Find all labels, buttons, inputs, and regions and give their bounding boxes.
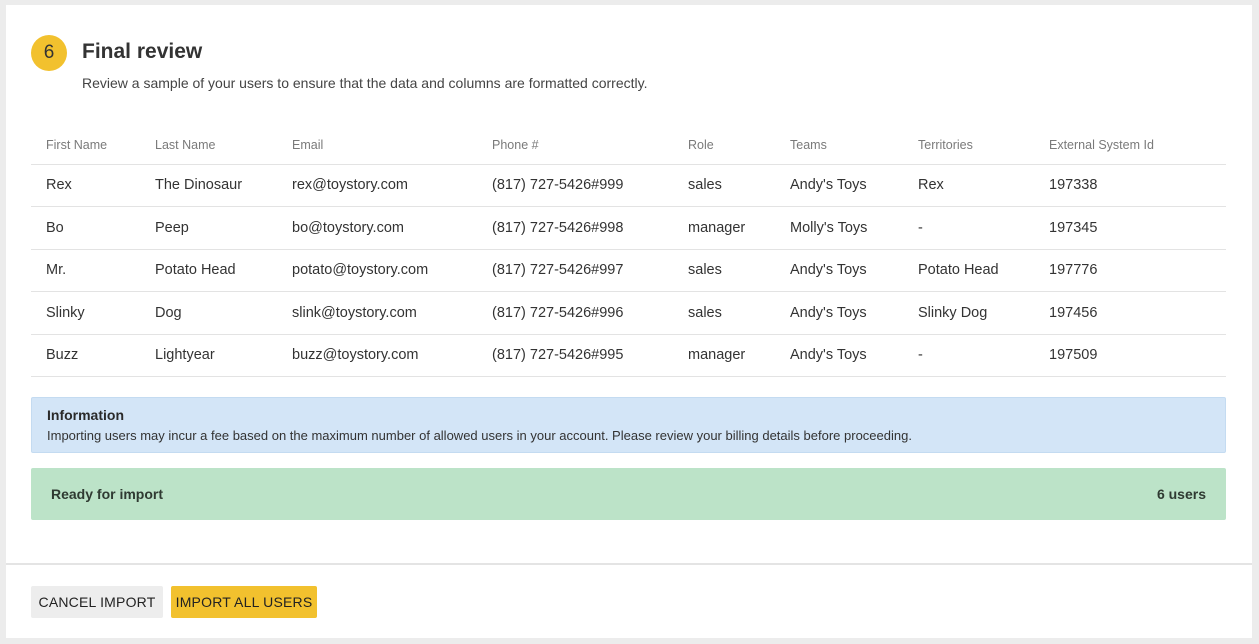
cell-territories: Slinky Dog: [903, 291, 1034, 335]
cell-role: manager: [673, 206, 775, 250]
cell-email: slink@toystory.com: [277, 291, 477, 335]
cell-external-id: 197509: [1034, 334, 1226, 377]
step-title: Final review: [82, 40, 203, 63]
cell-external-id: 197456: [1034, 291, 1226, 335]
info-alert-title: Information: [47, 407, 124, 423]
cell-teams: Andy's Toys: [775, 334, 903, 377]
cell-external-id: 197345: [1034, 206, 1226, 250]
cell-email: bo@toystory.com: [277, 206, 477, 250]
import-panel: 6 Final review Review a sample of your u…: [6, 5, 1252, 638]
cell-territories: -: [903, 334, 1034, 377]
column-header-territories: Territories: [903, 127, 1034, 165]
cell-first-name: Rex: [31, 164, 140, 207]
cell-role: manager: [673, 334, 775, 377]
cell-last-name: Dog: [140, 291, 277, 335]
column-header-first-name: First Name: [31, 127, 140, 165]
cell-first-name: Buzz: [31, 334, 140, 377]
step-header: 6 Final review Review a sample of your u…: [31, 35, 1221, 105]
cell-external-id: 197338: [1034, 164, 1226, 207]
cell-last-name: Potato Head: [140, 249, 277, 292]
table-row: Bo Peep bo@toystory.com (817) 727-5426#9…: [31, 206, 1226, 250]
table-row: Slinky Dog slink@toystory.com (817) 727-…: [31, 291, 1226, 335]
table-row: Buzz Lightyear buzz@toystory.com (817) 7…: [31, 334, 1226, 377]
cell-external-id: 197776: [1034, 249, 1226, 292]
ready-label: Ready for import: [51, 486, 164, 502]
step-number-badge: 6: [31, 35, 67, 71]
table-row: Mr. Potato Head potato@toystory.com (817…: [31, 249, 1226, 292]
cell-last-name: Lightyear: [140, 334, 277, 377]
cell-phone: (817) 727-5426#995: [477, 334, 673, 377]
ready-for-import-banner: Ready for import 6 users: [31, 468, 1226, 520]
info-alert-text: Importing users may incur a fee based on…: [47, 428, 912, 443]
cell-first-name: Bo: [31, 206, 140, 250]
users-preview-table: First Name Last Name Email Phone # Role …: [31, 127, 1226, 377]
user-count: 6 users: [1156, 486, 1206, 502]
column-header-phone: Phone #: [477, 127, 673, 165]
cell-phone: (817) 727-5426#996: [477, 291, 673, 335]
cell-territories: Potato Head: [903, 249, 1034, 292]
column-header-email: Email: [277, 127, 477, 165]
cell-email: buzz@toystory.com: [277, 334, 477, 377]
cell-last-name: The Dinosaur: [140, 164, 277, 207]
table-row: Rex The Dinosaur rex@toystory.com (817) …: [31, 164, 1226, 207]
footer-divider: [6, 563, 1252, 565]
cell-role: sales: [673, 164, 775, 207]
import-all-users-button[interactable]: IMPORT ALL USERS: [171, 586, 317, 618]
cell-phone: (817) 727-5426#999: [477, 164, 673, 207]
cell-email: rex@toystory.com: [277, 164, 477, 207]
cell-teams: Andy's Toys: [775, 164, 903, 207]
cell-email: potato@toystory.com: [277, 249, 477, 292]
cell-phone: (817) 727-5426#997: [477, 249, 673, 292]
column-header-role: Role: [673, 127, 775, 165]
cell-role: sales: [673, 291, 775, 335]
cell-first-name: Mr.: [31, 249, 140, 292]
column-header-teams: Teams: [775, 127, 903, 165]
cell-teams: Molly's Toys: [775, 206, 903, 250]
cell-role: sales: [673, 249, 775, 292]
cell-teams: Andy's Toys: [775, 291, 903, 335]
cell-phone: (817) 727-5426#998: [477, 206, 673, 250]
info-alert: Information Importing users may incur a …: [31, 397, 1226, 453]
cell-territories: Rex: [903, 164, 1034, 207]
table-header-row: First Name Last Name Email Phone # Role …: [31, 127, 1226, 165]
cell-teams: Andy's Toys: [775, 249, 903, 292]
cell-first-name: Slinky: [31, 291, 140, 335]
cancel-import-button[interactable]: CANCEL IMPORT: [31, 586, 163, 618]
cell-last-name: Peep: [140, 206, 277, 250]
column-header-last-name: Last Name: [140, 127, 277, 165]
step-description: Review a sample of your users to ensure …: [82, 75, 648, 91]
cell-territories: -: [903, 206, 1034, 250]
column-header-external-id: External System Id: [1034, 127, 1226, 165]
